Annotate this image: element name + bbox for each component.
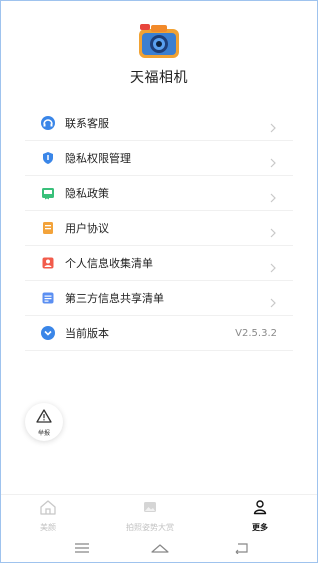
list-icon: [41, 291, 55, 305]
customer-service-icon: [41, 116, 55, 130]
menu-item-privacy-permissions[interactable]: 隐私权限管理: [25, 141, 293, 176]
profile-card-icon: [41, 256, 55, 270]
chevron-right-icon: [269, 153, 277, 168]
shield-icon: [41, 151, 55, 165]
tab-pose-gallery[interactable]: 拍照姿势大赏: [126, 499, 174, 533]
report-button[interactable]: 举报: [25, 403, 63, 441]
menu-item-third-party-sharing[interactable]: 第三方信息共享清单: [25, 281, 293, 316]
home-nav-icon[interactable]: [150, 539, 170, 558]
menu-label: 联系客服: [65, 117, 109, 130]
person-icon: [252, 499, 268, 519]
chevron-right-icon: [269, 188, 277, 203]
menu-item-personal-info-list[interactable]: 个人信息收集清单: [25, 246, 293, 281]
tab-more[interactable]: 更多: [252, 499, 268, 533]
chevron-right-icon: [269, 223, 277, 238]
warning-icon: [36, 408, 52, 427]
menu-item-privacy-policy[interactable]: 隐私政策: [25, 176, 293, 211]
menu-label: 当前版本: [65, 327, 109, 340]
chevron-down-circle-icon: [41, 326, 55, 340]
book-icon: [41, 186, 55, 200]
bottom-tab-bar: 美颜 拍照姿势大赏 更多: [1, 494, 317, 533]
home-icon: [39, 499, 57, 519]
menu-label: 个人信息收集清单: [65, 257, 153, 270]
image-icon: [142, 499, 158, 519]
document-icon: [41, 221, 55, 235]
menu-lines-icon[interactable]: [74, 539, 90, 558]
menu-label: 用户协议: [65, 222, 109, 235]
menu-item-current-version: 当前版本 V2.5.3.2: [25, 316, 293, 351]
settings-menu: 联系客服 隐私权限管理 隐私政策 用户协议 个人信息收集清单 第三方信息共享清单…: [25, 106, 293, 351]
menu-item-customer-service[interactable]: 联系客服: [25, 106, 293, 141]
camera-app-icon: [138, 23, 180, 59]
menu-label: 第三方信息共享清单: [65, 292, 164, 305]
app-frame: 天福相机 联系客服 隐私权限管理 隐私政策 用户协议 个人信息收集清单 第三方信…: [0, 0, 318, 563]
system-nav-bar: [1, 531, 317, 562]
chevron-right-icon: [269, 293, 277, 308]
tab-beauty[interactable]: 美颜: [39, 499, 57, 533]
report-label: 举报: [37, 429, 50, 437]
menu-item-user-agreement[interactable]: 用户协议: [25, 211, 293, 246]
app-name: 天福相机: [130, 70, 188, 86]
chevron-right-icon: [269, 258, 277, 273]
version-value: V2.5.3.2: [235, 327, 277, 339]
back-nav-icon[interactable]: [234, 539, 250, 558]
menu-label: 隐私权限管理: [65, 152, 131, 165]
menu-label: 隐私政策: [65, 187, 109, 200]
chevron-right-icon: [269, 118, 277, 133]
